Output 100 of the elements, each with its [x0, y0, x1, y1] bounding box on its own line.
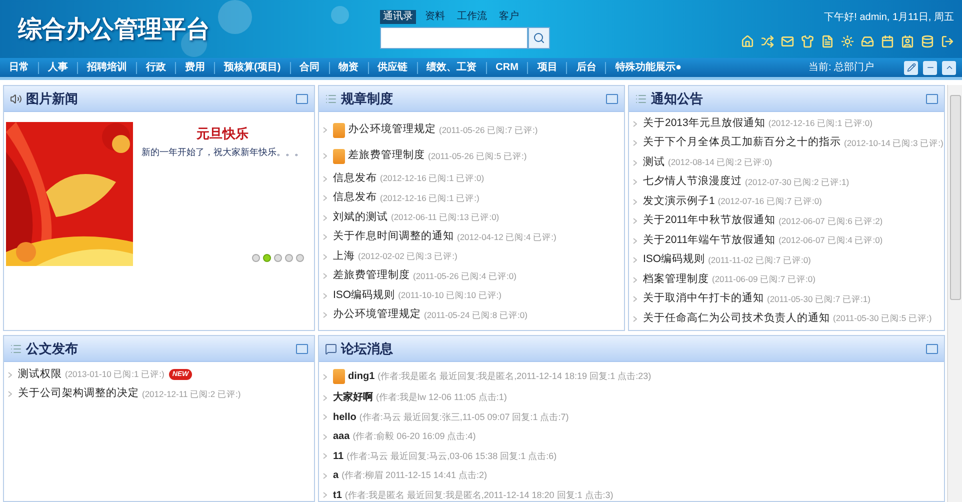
panel-title: 公文发布 [26, 340, 78, 358]
maximize-button[interactable] [606, 94, 618, 104]
article-link[interactable]: 办公环境管理规定 [348, 122, 436, 138]
chevron-icon [633, 257, 637, 264]
article-link[interactable]: 关于2011年端午节放假通知 [643, 232, 776, 249]
article-meta: (2011-05-30 已阅:7 已评:1) [767, 292, 870, 306]
home-icon[interactable] [741, 35, 754, 48]
search-tab[interactable]: 工作流 [454, 10, 490, 24]
topic-link[interactable]: aaa [333, 429, 350, 444]
article-link[interactable]: 上海 [333, 248, 355, 265]
article-link[interactable]: 档案管理制度 [643, 272, 709, 288]
chevron-icon [323, 434, 327, 440]
topic-link[interactable]: t1 [333, 488, 342, 501]
nav-item[interactable]: 后台 [567, 60, 606, 75]
search-tab[interactable]: 资料 [422, 10, 448, 24]
article-link[interactable]: 信息发布 [333, 170, 377, 187]
pinned-icon [333, 122, 345, 138]
article-link[interactable]: ISO编码规则 [643, 252, 706, 268]
article-link[interactable]: 测试权限 [18, 366, 62, 383]
maximize-button[interactable] [926, 344, 938, 354]
chevron-icon [323, 312, 327, 318]
article-meta: (2012-06-07 已阅:4 已评:0) [778, 234, 883, 248]
search-tab[interactable]: 通讯录 [380, 10, 416, 24]
calendar-icon[interactable] [881, 35, 894, 48]
panel-title: 图片新闻 [26, 90, 78, 108]
article-link[interactable]: 关于下个月全体员工加薪百分之十的指示 [643, 135, 841, 152]
maximize-button[interactable] [296, 94, 308, 104]
nav-item[interactable]: 供应链 [368, 60, 417, 75]
topic-meta: (作者:我是匿名 最近回复:我是匿名,2011-12-14 18:19 回复:1 点击:23) [378, 370, 652, 383]
nav-item[interactable]: 项目 [528, 60, 566, 75]
maximize-button[interactable] [296, 344, 308, 354]
search-button[interactable] [528, 26, 550, 48]
speaker-icon [10, 92, 22, 104]
chevron-icon [633, 179, 637, 186]
article-link[interactable]: ISO编码规则 [333, 288, 396, 304]
topic-link[interactable]: hello [333, 410, 356, 425]
article-link[interactable]: 关于作息时间调整的通知 [333, 229, 454, 246]
exit-icon[interactable] [941, 35, 954, 48]
chevron-icon [633, 160, 637, 166]
article-link[interactable]: 关于2013年元旦放假通知 [643, 116, 766, 132]
article-meta: (2012-08-14 已阅:2 已评:0) [668, 156, 772, 170]
panel-title: 通知公告 [651, 90, 703, 108]
search-icon [533, 32, 545, 44]
nav-item[interactable]: 特殊功能展示● [606, 60, 690, 75]
search-tab[interactable]: 客户 [496, 10, 522, 24]
nav-item[interactable]: 日常 [0, 60, 38, 75]
maximize-button[interactable] [926, 94, 938, 104]
nav-item[interactable]: 人事 [39, 60, 77, 75]
search-field[interactable] [380, 26, 528, 48]
article-meta: (2012-06-11 已阅:13 已评:0) [391, 211, 500, 224]
article-link[interactable]: 关于公司架构调整的决定 [18, 386, 139, 402]
article-meta: (2012-07-30 已阅:2 已评:1) [745, 176, 850, 189]
article-link[interactable]: 差旅费管理制度 [333, 268, 410, 284]
contact-icon[interactable] [901, 35, 914, 48]
nav-item[interactable]: 招聘培训 [78, 60, 136, 75]
chevron-icon [633, 296, 637, 302]
chevron-icon [323, 176, 327, 182]
article-link[interactable]: 差旅费管理制度 [348, 148, 425, 164]
arrows-icon[interactable] [761, 35, 774, 48]
edit-button[interactable] [904, 60, 918, 74]
topic-link[interactable]: ding1 [348, 369, 375, 384]
collapse-button[interactable] [942, 60, 956, 74]
inbox-icon[interactable] [861, 35, 874, 48]
topic-meta: (作者:马云 最近回复:张三,11-05 09:07 回复:1 点击:7) [359, 410, 569, 424]
chevron-icon [633, 120, 637, 127]
article-link[interactable]: 关于2011年中秋节放假通知 [643, 213, 776, 230]
database-icon[interactable] [921, 35, 934, 48]
nav-item[interactable]: 预核算(项目) [215, 60, 290, 75]
chevron-icon [323, 273, 327, 280]
article-meta: (2011-05-24 已阅:8 已评:0) [424, 308, 528, 322]
article-meta: (2011-06-09 已阅:7 已评:0) [712, 273, 816, 286]
nav-item[interactable]: 绩效、工资 [418, 60, 486, 75]
chevron-icon [633, 218, 637, 224]
chevron-icon [323, 453, 327, 460]
scrollbar[interactable] [947, 85, 962, 502]
article-meta: (2011-05-26 已阅:7 已评:) [439, 124, 538, 136]
topic-link[interactable]: 11 [333, 448, 344, 464]
mail-icon[interactable] [781, 35, 794, 48]
article-meta: (2012-12-16 已阅:1 已评:) [380, 192, 480, 205]
topic-link[interactable]: a [333, 468, 339, 484]
article-link[interactable]: 测试 [643, 154, 665, 171]
nav-item[interactable]: 行政 [137, 60, 175, 75]
article-link[interactable]: 刘斌的测试 [333, 210, 388, 226]
nav-item[interactable]: 合同 [290, 60, 329, 75]
document-icon[interactable] [821, 35, 834, 48]
nav-item[interactable]: 费用 [176, 60, 214, 75]
article-link[interactable]: 办公环境管理规定 [333, 307, 421, 324]
forum-icon [325, 342, 337, 354]
article-link[interactable]: 信息发布 [333, 190, 377, 206]
shirt-icon[interactable] [801, 35, 814, 48]
article-link[interactable]: 关于取消中午打卡的通知 [643, 291, 764, 308]
article-link[interactable]: 关于任命高仁为公司技术负责人的通知 [643, 310, 830, 327]
topic-link[interactable]: 大家好啊 [333, 390, 373, 406]
article-meta: (2012-12-11 已阅:2 已评:) [142, 388, 241, 401]
article-link[interactable]: 发文演示例子1 [643, 194, 715, 210]
minimize-button[interactable] [923, 60, 937, 74]
sun-icon[interactable] [841, 35, 854, 48]
nav-item[interactable]: 物资 [330, 60, 368, 75]
nav-item[interactable]: CRM [486, 60, 528, 75]
article-link[interactable]: 七夕情人节浪漫度过 [643, 174, 742, 190]
